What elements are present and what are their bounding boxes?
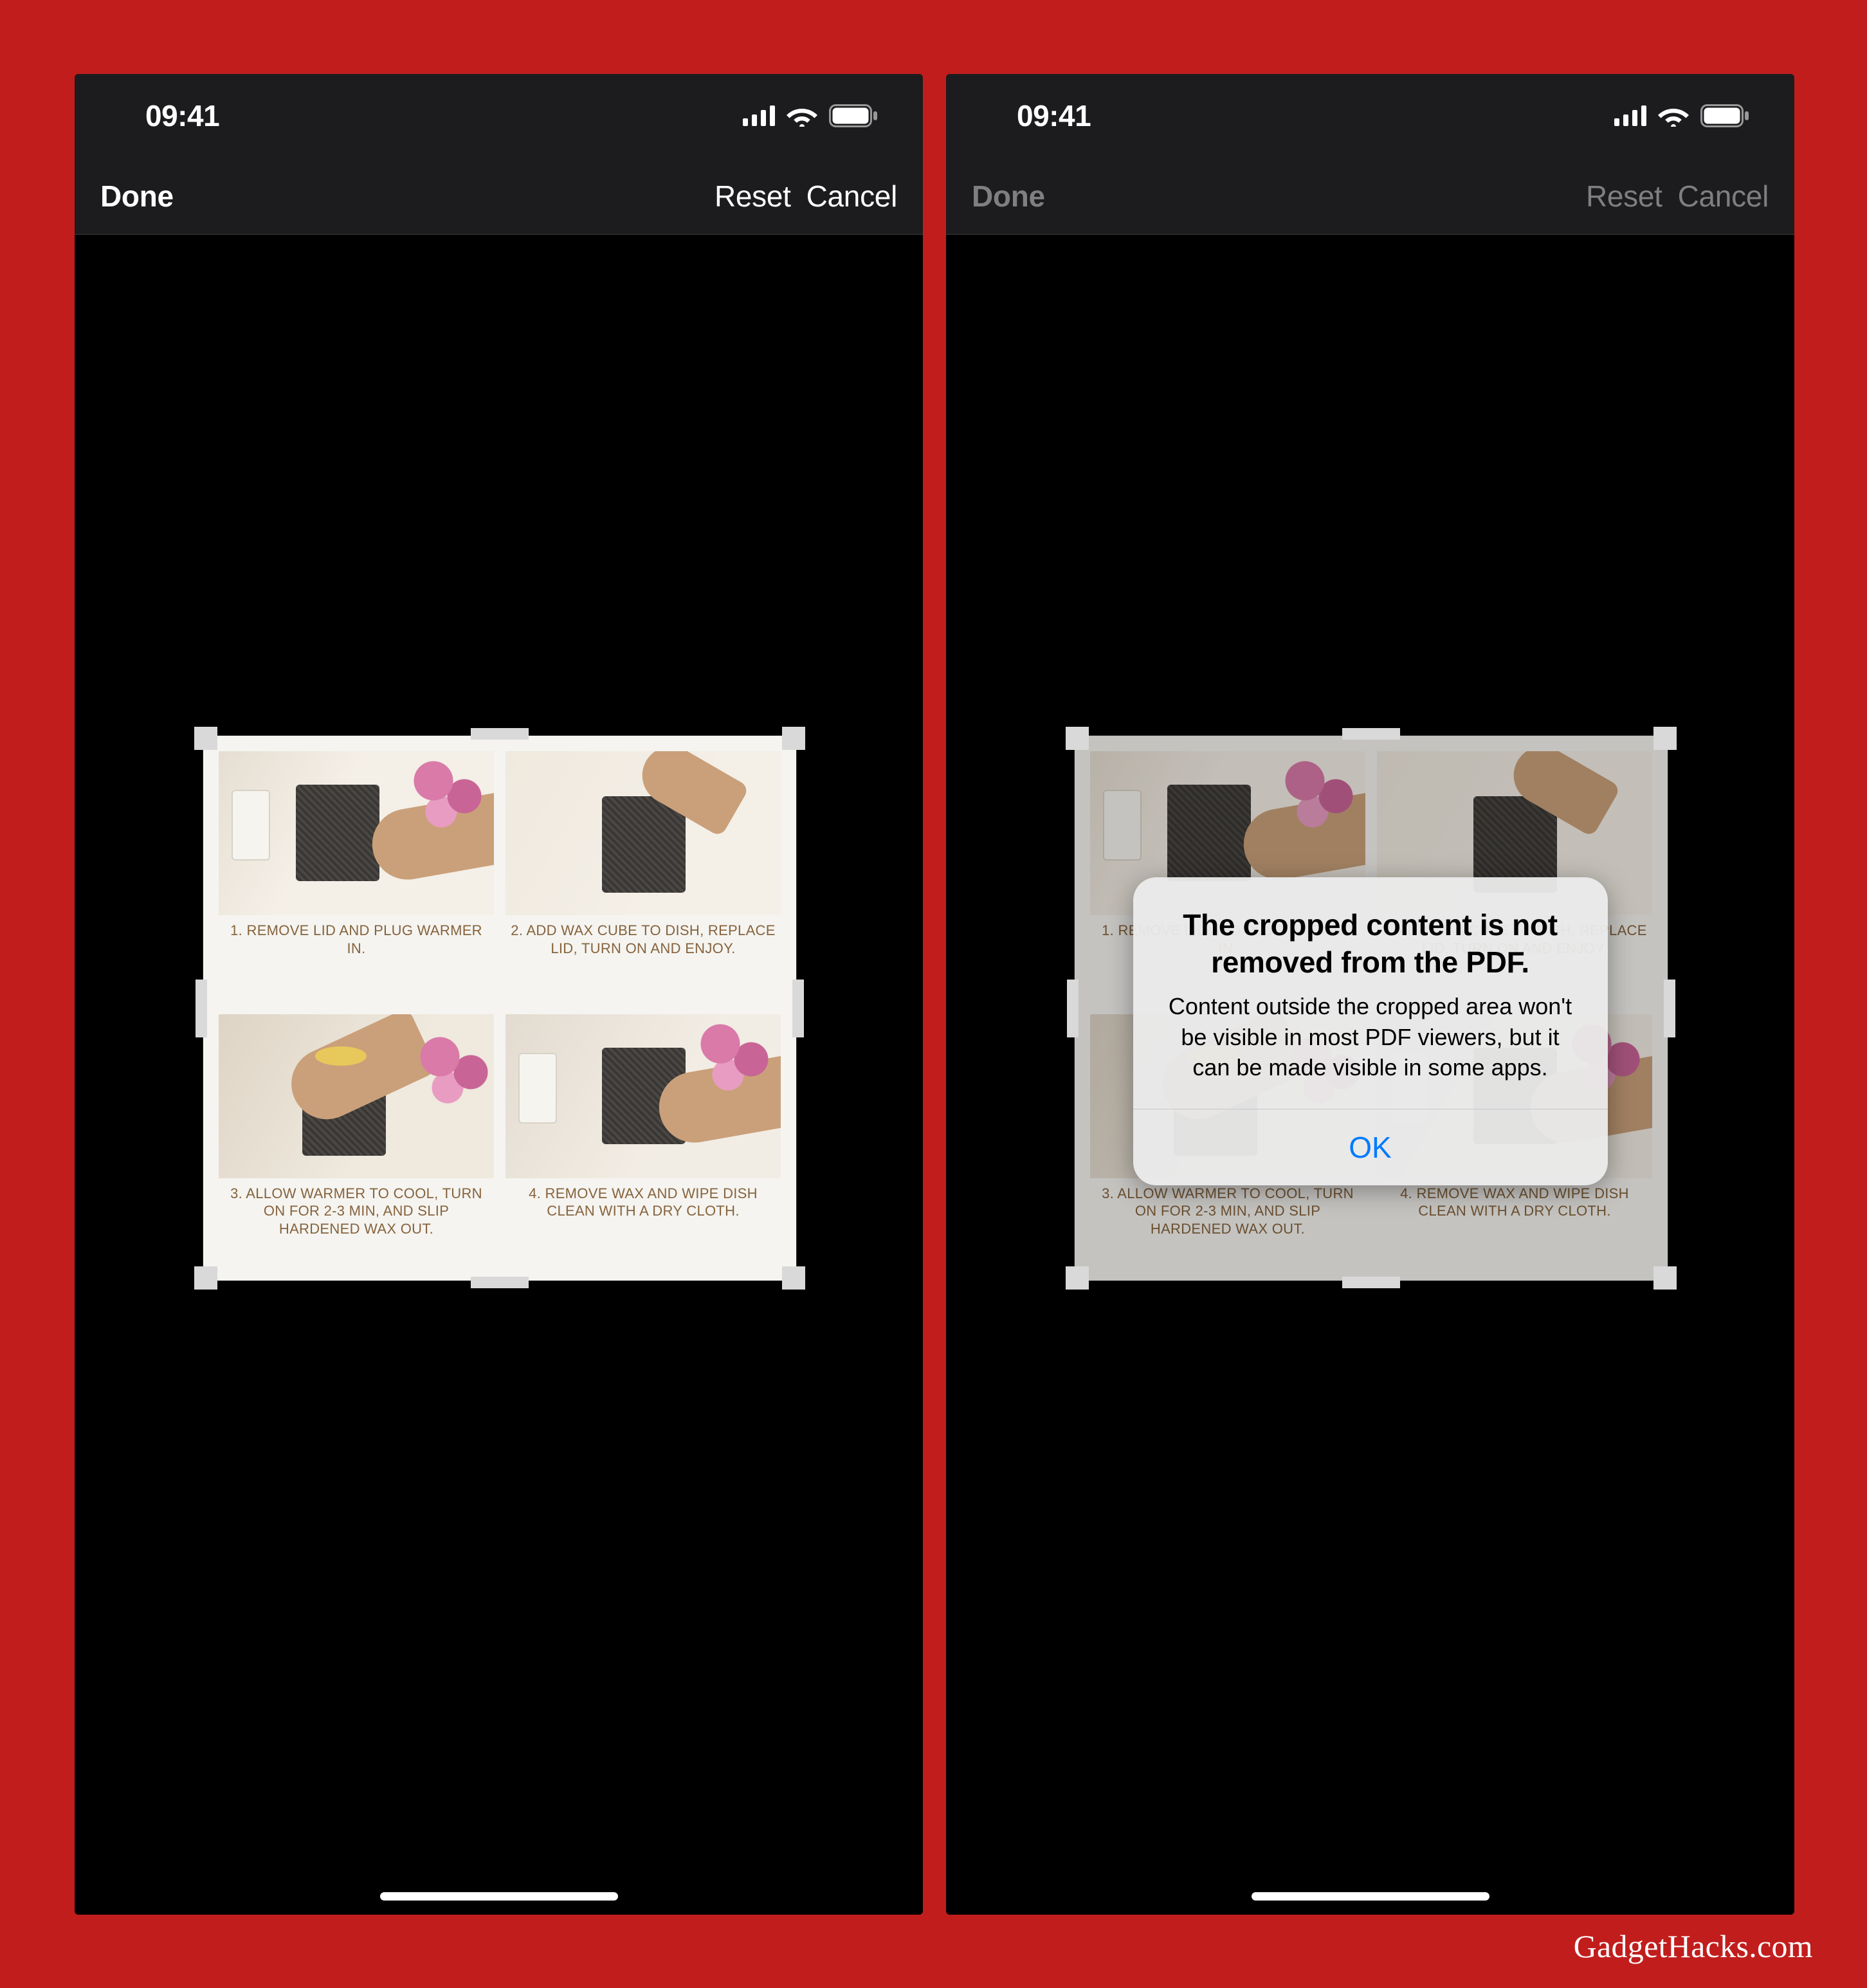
done-button[interactable]: Done — [972, 179, 1045, 214]
home-indicator[interactable] — [380, 1892, 618, 1901]
crop-handle-top-left[interactable] — [194, 727, 217, 750]
alert-title: The cropped content is not removed from … — [1163, 907, 1578, 981]
crop-handle-top[interactable] — [471, 728, 529, 740]
instruction-step-1: 1. REMOVE LID AND PLUG WARMER IN. — [219, 751, 494, 1003]
battery-icon — [829, 104, 878, 127]
step-photo — [505, 751, 781, 915]
instruction-card: 1. REMOVE LID AND PLUG WARMER IN. 2. ADD… — [219, 751, 781, 1265]
crop-handle-top-right[interactable] — [782, 727, 805, 750]
crop-frame[interactable]: 1. REMOVE LID AND PLUG WARMER IN. 2. ADD… — [203, 736, 796, 1281]
step-photo — [219, 1014, 494, 1178]
reset-button[interactable]: Reset — [715, 179, 791, 214]
cancel-button[interactable]: Cancel — [806, 179, 897, 214]
battery-icon — [1700, 104, 1749, 127]
crop-handle-bottom-left[interactable] — [194, 1266, 217, 1290]
wifi-icon — [787, 105, 817, 127]
step-photo — [219, 751, 494, 915]
step-caption: 1. REMOVE LID AND PLUG WARMER IN. — [219, 922, 494, 957]
phone-right: 09:41 Done Reset Cancel — [946, 74, 1794, 1915]
editor-canvas: 1. REMOVE LID AND PLUG WARMER IN. 2. ADD… — [946, 235, 1794, 1915]
wifi-icon — [1658, 105, 1689, 127]
phone-left: 09:41 Done Reset Cancel — [75, 74, 923, 1915]
crop-handle-left[interactable] — [196, 980, 207, 1037]
cellular-icon — [743, 105, 775, 126]
instruction-step-2: 2. ADD WAX CUBE TO DISH, REPLACE LID, TU… — [505, 751, 781, 1003]
reset-button[interactable]: Reset — [1586, 179, 1662, 214]
crop-handle-bottom-right[interactable] — [782, 1266, 805, 1290]
step-caption: 3. ALLOW WARMER TO COOL, TURN ON FOR 2-3… — [219, 1185, 494, 1238]
nav-bar: Done Reset Cancel — [75, 158, 923, 235]
status-bar: 09:41 — [75, 74, 923, 158]
alert-ok-button[interactable]: OK — [1133, 1109, 1608, 1185]
step-photo — [505, 1014, 781, 1178]
status-icons — [1614, 104, 1749, 127]
editor-canvas[interactable]: 1. REMOVE LID AND PLUG WARMER IN. 2. ADD… — [75, 235, 923, 1915]
alert-message: Content outside the cropped area won't b… — [1163, 991, 1578, 1083]
alert-overlay: The cropped content is not removed from … — [946, 235, 1794, 1915]
alert-dialog: The cropped content is not removed from … — [1133, 877, 1608, 1185]
cancel-button[interactable]: Cancel — [1678, 179, 1769, 214]
status-bar: 09:41 — [946, 74, 1794, 158]
status-time: 09:41 — [1017, 98, 1091, 133]
done-button[interactable]: Done — [100, 179, 174, 214]
status-time: 09:41 — [145, 98, 219, 133]
instruction-step-3: 3. ALLOW WARMER TO COOL, TURN ON FOR 2-3… — [219, 1014, 494, 1266]
step-caption: 4. REMOVE WAX AND WIPE DISH CLEAN WITH A… — [505, 1185, 781, 1220]
site-watermark: GadgetHacks.com — [1574, 1928, 1813, 1965]
step-caption: 2. ADD WAX CUBE TO DISH, REPLACE LID, TU… — [505, 922, 781, 957]
crop-handle-bottom[interactable] — [471, 1277, 529, 1288]
status-icons — [743, 104, 878, 127]
cellular-icon — [1614, 105, 1646, 126]
nav-bar: Done Reset Cancel — [946, 158, 1794, 235]
instruction-step-4: 4. REMOVE WAX AND WIPE DISH CLEAN WITH A… — [505, 1014, 781, 1266]
crop-handle-right[interactable] — [792, 980, 804, 1037]
